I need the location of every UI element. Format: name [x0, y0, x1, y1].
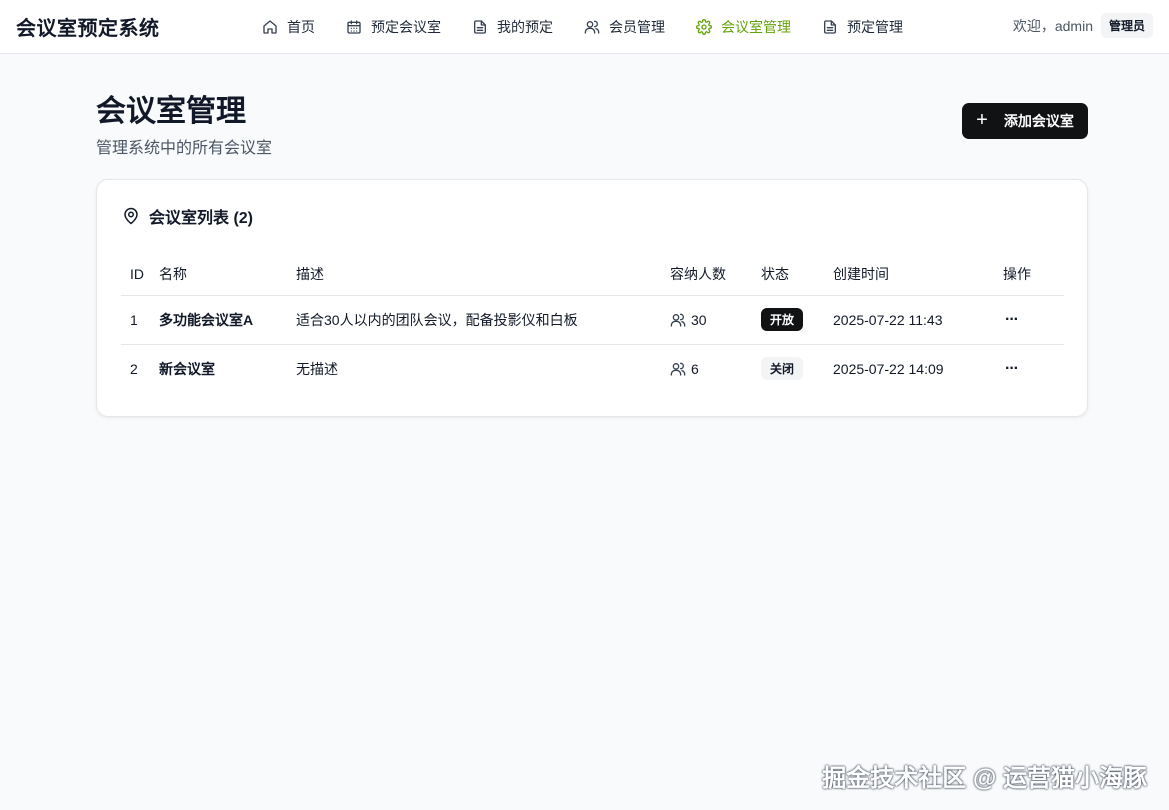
capacity-value: 30 [691, 311, 707, 328]
rooms-table: ID 名称 描述 容纳人数 状态 创建时间 操作 1 多功能会议室A 适合30人… [121, 254, 1064, 393]
cell-ops: ··· [1003, 344, 1064, 393]
col-header-name: 名称 [159, 254, 296, 296]
col-header-capacity: 容纳人数 [670, 254, 761, 296]
nav-item-members[interactable]: 会员管理 [584, 0, 696, 54]
nav-item-label: 预定会议室 [371, 19, 441, 35]
status-badge: 关闭 [761, 357, 804, 381]
main-nav: 首页 预定会议室 我的预定 会员管理 会议室管理 预定管理 [262, 0, 922, 54]
nav-item-label: 预定管理 [847, 19, 903, 35]
table-row: 1 多功能会议室A 适合30人以内的团队会议，配备投影仪和白板 30 开放 20… [121, 295, 1064, 345]
user-area: 欢迎，admin 管理员 [1013, 13, 1153, 38]
card-header: 会议室列表 (2) [122, 204, 253, 228]
col-header-id: ID [121, 254, 159, 296]
cell-id: 2 [130, 360, 138, 377]
table-header-row: ID 名称 描述 容纳人数 状态 创建时间 操作 [121, 254, 1064, 296]
cell-capacity: 6 [670, 344, 761, 393]
nav-item-label: 首页 [287, 19, 315, 35]
more-actions-button[interactable]: ··· [1003, 360, 1019, 378]
users-icon [584, 19, 600, 35]
nav-item-my-bookings[interactable]: 我的预定 [472, 0, 584, 54]
table-row: 2 新会议室 无描述 6 关闭 2025-07-22 14:09 ··· [121, 344, 1064, 393]
cell-description: 适合30人以内的团队会议，配备投影仪和白板 [296, 295, 670, 345]
role-badge: 管理员 [1100, 13, 1153, 38]
home-icon [262, 19, 278, 35]
calendar-icon [346, 19, 362, 35]
page-subtitle: 管理系统中的所有会议室 [96, 140, 273, 157]
cell-status: 开放 [761, 295, 833, 345]
nav-item-label: 会员管理 [609, 19, 665, 35]
room-list-card: 会议室列表 (2) ID 名称 描述 容纳人数 状态 创建时间 操作 1 多功能… [96, 179, 1088, 417]
cell-name: 新会议室 [159, 360, 215, 377]
users-icon [670, 313, 686, 327]
app-title: 会议室预定系统 [16, 18, 160, 40]
watermark: 掘金技术社区 @ 运营猫小海豚 [822, 765, 1147, 792]
nav-item-booking-management[interactable]: 预定管理 [822, 0, 922, 54]
cell-ops: ··· [1003, 295, 1064, 345]
nav-item-home[interactable]: 首页 [262, 0, 346, 54]
add-room-button[interactable]: + 添加会议室 [962, 103, 1088, 139]
users-icon [670, 362, 686, 376]
status-badge: 开放 [761, 308, 804, 331]
top-navbar: 会议室预定系统 首页 预定会议室 我的预定 会员管理 会议室管理 预定管理 欢迎… [0, 0, 1169, 54]
welcome-text: 欢迎，admin [1012, 17, 1093, 34]
document-icon [822, 19, 838, 35]
card-title: 会议室列表 (2) [149, 210, 254, 227]
cell-status: 关闭 [761, 344, 833, 393]
gear-icon [696, 19, 712, 35]
nav-item-room-management[interactable]: 会议室管理 [696, 0, 822, 54]
capacity-value: 6 [691, 360, 699, 377]
document-icon [472, 19, 488, 35]
nav-item-label: 会议室管理 [721, 19, 791, 35]
col-header-ops: 操作 [1003, 254, 1064, 296]
plus-icon: + [976, 109, 988, 131]
page-title: 会议室管理 [96, 95, 246, 128]
cell-created: 2025-07-22 11:43 [833, 295, 1003, 345]
col-header-description: 描述 [296, 254, 670, 296]
cell-id: 1 [121, 295, 159, 345]
more-actions-button[interactable]: ··· [1003, 311, 1019, 329]
cell-name: 多功能会议室A [159, 295, 296, 345]
cell-description: 无描述 [296, 360, 338, 377]
nav-item-book-room[interactable]: 预定会议室 [346, 0, 472, 54]
col-header-status: 状态 [761, 254, 833, 296]
map-pin-icon [124, 207, 138, 225]
cell-capacity: 30 [670, 295, 761, 345]
nav-item-label: 我的预定 [497, 19, 553, 35]
cell-created: 2025-07-22 14:09 [833, 360, 944, 377]
add-room-button-label: 添加会议室 [1003, 113, 1074, 129]
col-header-created: 创建时间 [833, 254, 1003, 296]
